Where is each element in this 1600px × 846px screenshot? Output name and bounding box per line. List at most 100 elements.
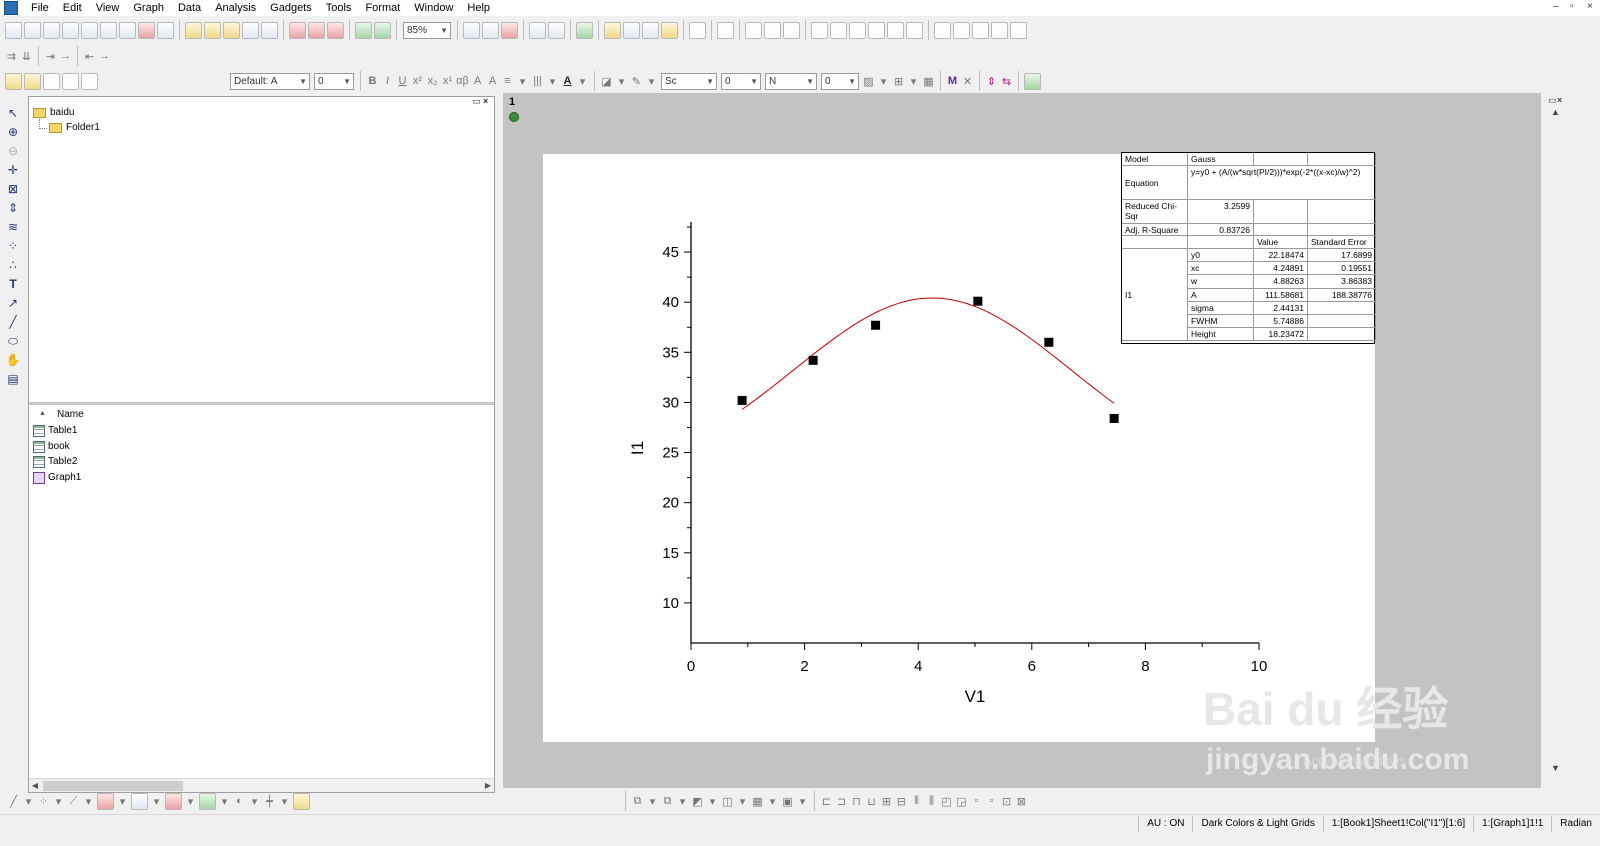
- y-axis-label[interactable]: I1: [628, 441, 647, 455]
- command-window-icon[interactable]: [548, 21, 565, 39]
- shape-tool-icon[interactable]: ⬭: [5, 333, 21, 349]
- chevron-down-icon[interactable]: ▾: [876, 75, 891, 88]
- chevron-down-icon[interactable]: ▾: [795, 795, 810, 808]
- arrange-layers-icon[interactable]: [764, 21, 781, 39]
- swap-horizontal-icon[interactable]: ⇆: [999, 75, 1014, 88]
- x-axis-label[interactable]: V1: [965, 687, 986, 706]
- menu-analysis[interactable]: Analysis: [208, 0, 263, 16]
- open-icon[interactable]: [185, 21, 202, 39]
- fill-combo[interactable]: N ▼: [765, 72, 817, 90]
- menu-graph[interactable]: Graph: [126, 0, 171, 16]
- add-table-icon[interactable]: [1010, 21, 1027, 39]
- date-time-icon[interactable]: [991, 21, 1008, 39]
- import-single-icon[interactable]: [308, 21, 325, 39]
- pane-splitter[interactable]: [29, 402, 494, 405]
- bold-icon[interactable]: B: [365, 75, 380, 87]
- chevron-down-icon[interactable]: ▾: [183, 795, 198, 808]
- zoom-combo[interactable]: 85% ▼: [403, 21, 451, 39]
- font-combo[interactable]: Default: A ▼: [230, 72, 310, 90]
- open-excel-icon[interactable]: [204, 21, 221, 39]
- new-excel-icon[interactable]: [62, 21, 79, 39]
- backward-icon[interactable]: ▫: [984, 795, 999, 807]
- grid-layout-icon[interactable]: ▦: [750, 795, 765, 808]
- menu-tools[interactable]: Tools: [319, 0, 359, 16]
- underline-icon[interactable]: U: [395, 75, 410, 87]
- list-item[interactable]: Table2: [33, 454, 77, 469]
- minimize-icon[interactable]: –: [1553, 1, 1559, 12]
- unmask-icon[interactable]: ✕: [960, 75, 975, 88]
- ungroup-objects-icon[interactable]: ⊠: [1014, 795, 1029, 808]
- chevron-down-icon[interactable]: ▾: [545, 75, 560, 88]
- chevron-down-icon[interactable]: ▾: [575, 75, 590, 88]
- area-plot-icon[interactable]: [199, 792, 216, 810]
- duplicate-icon[interactable]: [355, 21, 372, 39]
- rescale-icon[interactable]: [717, 21, 734, 39]
- save-template-icon[interactable]: [261, 21, 278, 39]
- code-builder-icon[interactable]: [623, 21, 640, 39]
- group-icon[interactable]: ⧉: [630, 795, 645, 808]
- line-color-icon[interactable]: ✎: [629, 75, 644, 88]
- script-window-icon[interactable]: [529, 21, 546, 39]
- menu-view[interactable]: View: [89, 0, 127, 16]
- border-icon[interactable]: ⊞: [891, 75, 906, 88]
- project-explorer-icon[interactable]: [576, 21, 593, 39]
- stack-icon[interactable]: ◫: [720, 795, 735, 808]
- menu-help[interactable]: Help: [460, 0, 497, 16]
- new-workbook-icon[interactable]: [43, 21, 60, 39]
- line-symbol-icon[interactable]: ⟋: [66, 795, 81, 808]
- front-icon[interactable]: ◰: [939, 795, 954, 808]
- hand-tool-icon[interactable]: ✋: [5, 352, 21, 368]
- theme-icon[interactable]: [24, 72, 41, 90]
- align-left-icon[interactable]: ⊏: [819, 795, 834, 808]
- add-legend-icon[interactable]: [934, 21, 951, 39]
- window-controls-icon[interactable]: ▭: [1548, 95, 1557, 106]
- close-icon[interactable]: ×: [1587, 1, 1593, 12]
- add-layer-icon[interactable]: [745, 21, 762, 39]
- chevron-down-icon[interactable]: ▾: [735, 795, 750, 808]
- template-library-icon[interactable]: [293, 792, 310, 810]
- polar-plot-icon[interactable]: ◐: [232, 795, 247, 807]
- data-mask-icon[interactable]: ⁘: [5, 238, 21, 254]
- chevron-down-icon[interactable]: ▾: [644, 75, 659, 88]
- chevron-down-icon[interactable]: ▾: [515, 75, 530, 88]
- pin-icon[interactable]: ▭: [472, 96, 481, 106]
- new-layout-icon[interactable]: [138, 21, 155, 39]
- insert-graph-icon[interactable]: ▤: [5, 371, 21, 387]
- tree-folder-child[interactable]: Folder1: [49, 122, 100, 133]
- new-graph-icon[interactable]: [81, 21, 98, 39]
- add-color-scale-icon[interactable]: [953, 21, 970, 39]
- add-scale-bar-icon[interactable]: [972, 21, 989, 39]
- align-center-icon[interactable]: ⊞: [879, 795, 894, 808]
- chevron-down-icon[interactable]: ▾: [645, 795, 660, 808]
- fit-icon[interactable]: [1024, 72, 1041, 90]
- align-bottom-icon[interactable]: ⊔: [864, 795, 879, 808]
- distribute-v-icon[interactable]: ⫼: [924, 795, 939, 808]
- bar-chart-icon[interactable]: [165, 792, 182, 810]
- add-right-axis-icon[interactable]: [849, 21, 866, 39]
- subscript-icon[interactable]: x₂: [425, 75, 440, 87]
- scroll-down-icon[interactable]: ▼: [1551, 763, 1560, 773]
- chevron-down-icon[interactable]: ▾: [614, 75, 629, 88]
- move-end-icon[interactable]: →: [58, 50, 73, 62]
- swap-icon[interactable]: ⇕: [984, 75, 999, 88]
- pointer-style-icon[interactable]: [43, 72, 60, 90]
- add-top-axis-icon[interactable]: [830, 21, 847, 39]
- copy-format-icon[interactable]: [62, 72, 79, 90]
- align-middle-icon[interactable]: ⊟: [894, 795, 909, 808]
- import-icon[interactable]: [289, 21, 306, 39]
- chevron-down-icon[interactable]: ▾: [765, 795, 780, 808]
- supersub-icon[interactable]: x¹: [440, 75, 455, 87]
- text-tool-icon[interactable]: T: [5, 276, 21, 292]
- align-icon[interactable]: ≡: [500, 75, 515, 87]
- list-header[interactable]: ▲ Name: [29, 408, 494, 422]
- chevron-down-icon[interactable]: ▾: [21, 795, 36, 808]
- pattern-icon[interactable]: ▨: [861, 75, 876, 88]
- zoom-out-icon[interactable]: ⊖: [5, 143, 21, 159]
- menu-edit[interactable]: Edit: [56, 0, 89, 16]
- vertical-scrollbar[interactable]: ▭ × ▲ ▼: [1545, 93, 1565, 788]
- message-log-icon[interactable]: [642, 21, 659, 39]
- draw-data-icon[interactable]: ∴: [5, 257, 21, 273]
- restore-icon[interactable]: ▫: [1570, 1, 1574, 12]
- close-window-icon[interactable]: ×: [1557, 95, 1562, 105]
- fill-color-icon[interactable]: ◪: [599, 75, 614, 88]
